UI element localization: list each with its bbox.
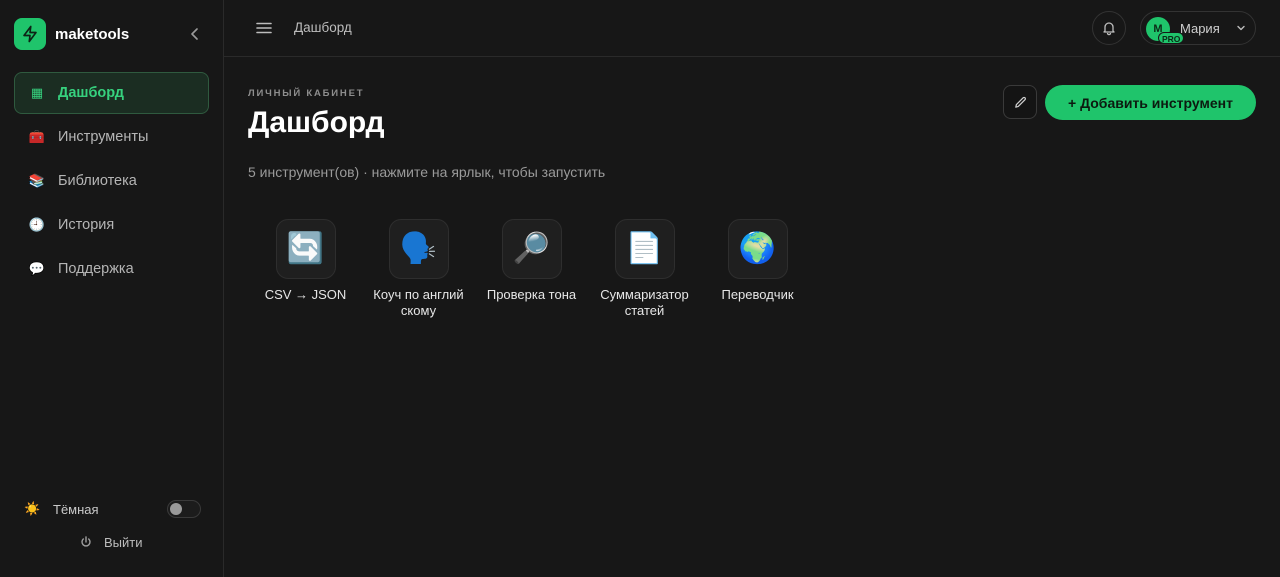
speaking-head-icon: 🗣️	[399, 232, 438, 265]
tool-tile: 🌍	[727, 219, 788, 279]
page-eyebrow: Личный кабинет	[248, 88, 365, 99]
sidebar-item-dashboard[interactable]: ▦ Дашборд	[14, 72, 209, 114]
tool-label: Переводчик	[721, 287, 794, 302]
tool-tile: 📄	[614, 219, 675, 279]
tool-shortcut-tone-check[interactable]: 🔎 Проверка тона	[475, 219, 588, 319]
page-subtitle: 5 инструмент(ов) · нажмите на ярлык, что…	[248, 164, 606, 180]
logout-button[interactable]: Выйти	[80, 533, 143, 551]
user-name: Мария	[1180, 21, 1220, 36]
tool-tile: 🗣️	[388, 219, 449, 279]
logout-label: Выйти	[104, 534, 143, 550]
edit-button[interactable]	[1003, 85, 1037, 119]
sidebar-item-label: Дашборд	[58, 85, 124, 101]
collapse-sidebar-button[interactable]	[184, 24, 206, 44]
tool-shortcut-csv-json[interactable]: 🔄 CSV → JSON	[249, 219, 362, 319]
sidebar: maketools ▦ Дашборд 🧰 Инструменты 📚 Библ…	[0, 0, 224, 577]
globe-icon: 🌍	[738, 232, 777, 265]
menu-button[interactable]	[255, 19, 273, 37]
dashboard-icon: ▦	[30, 85, 44, 100]
sidebar-item-label: Поддержка	[58, 261, 134, 277]
tool-tile: 🔄	[275, 219, 336, 279]
theme-label: Тёмная	[53, 501, 99, 517]
toggle-knob	[170, 503, 182, 515]
sidebar-item-label: Библиотека	[58, 173, 137, 189]
tool-label: Суммаризатор статей	[600, 287, 689, 318]
chevron-left-icon	[191, 28, 198, 40]
tool-shortcut-english-coach[interactable]: 🗣️ Коуч по английскому	[362, 219, 475, 319]
breadcrumb: Дашборд	[294, 20, 352, 35]
sun-icon: ☀️	[24, 501, 41, 516]
theme-toggle[interactable]	[167, 500, 201, 518]
theme-switch-row: ☀️ Тёмная	[24, 499, 202, 519]
topbar: Дашборд М PRO Мария	[224, 0, 1280, 57]
brand-name: maketools	[55, 25, 130, 43]
sidebar-item-history[interactable]: 🕘 История	[14, 204, 209, 246]
sidebar-item-tools[interactable]: 🧰 Инструменты	[14, 116, 209, 158]
add-tool-button[interactable]: + Добавить инструмент	[1045, 85, 1256, 120]
pencil-icon	[1014, 96, 1026, 108]
document-icon: 📄	[625, 232, 664, 265]
brand[interactable]: maketools	[14, 18, 129, 50]
sidebar-item-library[interactable]: 📚 Библиотека	[14, 160, 209, 202]
toolbox-icon: 🧰	[28, 129, 46, 144]
tool-label: CSV → JSON	[264, 287, 347, 302]
sidebar-item-support[interactable]: 💬 Поддержка	[14, 248, 209, 290]
tool-grid: 🔄 CSV → JSON 🗣️ Коуч по английскому 🔎 Пр…	[249, 219, 814, 319]
arrows-cycle-icon: 🔄	[286, 232, 325, 265]
app-root: maketools ▦ Дашборд 🧰 Инструменты 📚 Библ…	[0, 0, 1280, 577]
lightning-bolt-icon	[14, 18, 46, 50]
tool-label: Проверка тона	[486, 287, 577, 302]
page-title: Дашборд	[248, 106, 385, 139]
chevron-down-icon	[1237, 25, 1245, 31]
magnifier-icon: 🔎	[512, 232, 551, 265]
chat-bubble-icon: 💬	[28, 261, 46, 276]
notifications-button[interactable]	[1092, 11, 1126, 45]
tool-tile: 🔎	[501, 219, 562, 279]
sidebar-item-label: Инструменты	[58, 129, 149, 145]
user-menu-button[interactable]: М PRO Мария	[1140, 11, 1256, 45]
sidebar-nav: ▦ Дашборд 🧰 Инструменты 📚 Библиотека 🕘 И…	[14, 72, 209, 292]
books-icon: 📚	[28, 173, 46, 188]
tool-shortcut-summarizer[interactable]: 📄 Суммаризатор статей	[588, 219, 701, 319]
power-icon	[81, 536, 91, 547]
tool-label: Коуч по английскому	[373, 287, 464, 318]
bell-icon	[1103, 22, 1115, 36]
tool-shortcut-translator[interactable]: 🌍 Переводчик	[701, 219, 814, 319]
sidebar-item-label: История	[58, 217, 115, 233]
clock-icon: 🕘	[28, 217, 46, 232]
hamburger-icon	[256, 22, 272, 34]
